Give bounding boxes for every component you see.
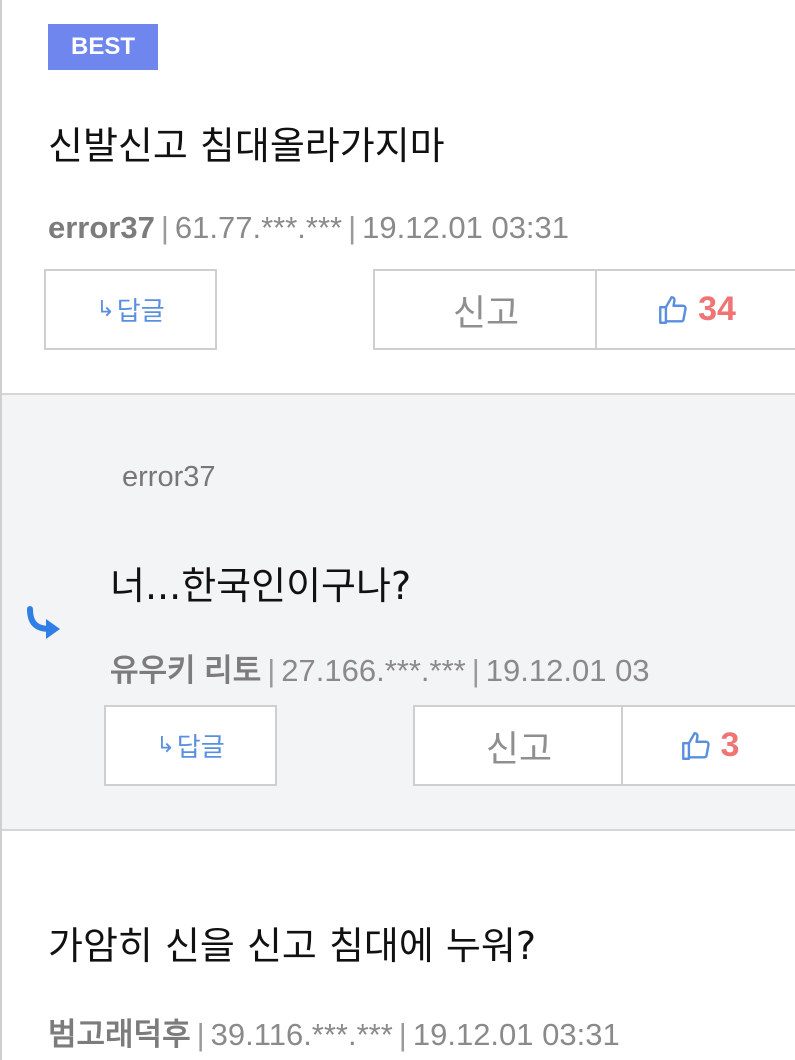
meta-separator: | — [267, 653, 276, 688]
reply-label: 답글 — [116, 297, 165, 327]
reply-button[interactable]: ↳ 답글 — [44, 269, 217, 350]
best-comment: BEST 신발신고 침대올라가지마 error37 | 61.77.***.*** |… — [2, 0, 795, 393]
reply-arrow-icon — [27, 606, 60, 639]
like-count: 3 — [720, 726, 740, 764]
comment-date: 19.12.01 03 — [485, 653, 650, 688]
comment-ip: 39.116.***.*** — [210, 1017, 393, 1052]
thumbs-up-icon — [659, 295, 687, 324]
report-label: 신고 — [485, 728, 553, 770]
report-button[interactable]: 신고 — [373, 269, 597, 350]
meta-separator: | — [398, 1017, 407, 1052]
best-badge: BEST — [48, 24, 158, 70]
reply-button[interactable]: ↳ 답글 — [104, 705, 277, 786]
comment-meta: 유우키 리토 | 27.166.***.*** | 19.12.01 03 — [110, 645, 650, 690]
comment: 가암히 신을 신고 침대에 누워? 범고래덕후 | 39.116.***.*** | 1… — [2, 829, 795, 1060]
like-count: 34 — [698, 290, 736, 328]
report-button[interactable]: 신고 — [413, 705, 623, 786]
reply-arrow-icon: ↳ — [156, 733, 175, 758]
report-label: 신고 — [452, 292, 520, 334]
meta-separator: | — [196, 1017, 205, 1052]
comment-date: 19.12.01 03:31 — [412, 1017, 620, 1052]
comment-date: 19.12.01 03:31 — [362, 210, 570, 245]
comment-ip: 61.77.***.*** — [174, 210, 343, 245]
comment-meta: 범고래덕후 | 39.116.***.*** | 19.12.01 03:31 — [48, 1009, 620, 1054]
comment-meta: error37 | 61.77.***.*** | 19.12.01 03:31 — [48, 210, 569, 246]
reply-label: 답글 — [176, 733, 225, 763]
reply-comment: error37 너...한국인이구나? 유우키 리토 | 27.166.***.**… — [2, 393, 795, 831]
meta-separator: | — [471, 653, 480, 688]
comment-text: 너...한국인이구나? — [110, 564, 412, 608]
comment-nickname[interactable]: 유우키 리토 — [110, 653, 261, 688]
reply-arrow-icon: ↳ — [96, 297, 115, 322]
comment-nickname[interactable]: error37 — [48, 210, 155, 245]
meta-separator: | — [160, 210, 169, 245]
meta-separator: | — [348, 210, 357, 245]
like-button[interactable]: 3 — [621, 705, 795, 786]
thumbs-up-icon — [681, 731, 710, 760]
parent-nickname: error37 — [122, 461, 216, 493]
comment-nickname[interactable]: 범고래덕후 — [48, 1017, 191, 1052]
comment-text: 신발신고 침대올라가지마 — [48, 124, 445, 168]
comment-text: 가암히 신을 신고 침대에 누워? — [48, 924, 537, 968]
comment-ip: 27.166.***.*** — [281, 653, 466, 688]
like-button[interactable]: 34 — [595, 269, 795, 350]
